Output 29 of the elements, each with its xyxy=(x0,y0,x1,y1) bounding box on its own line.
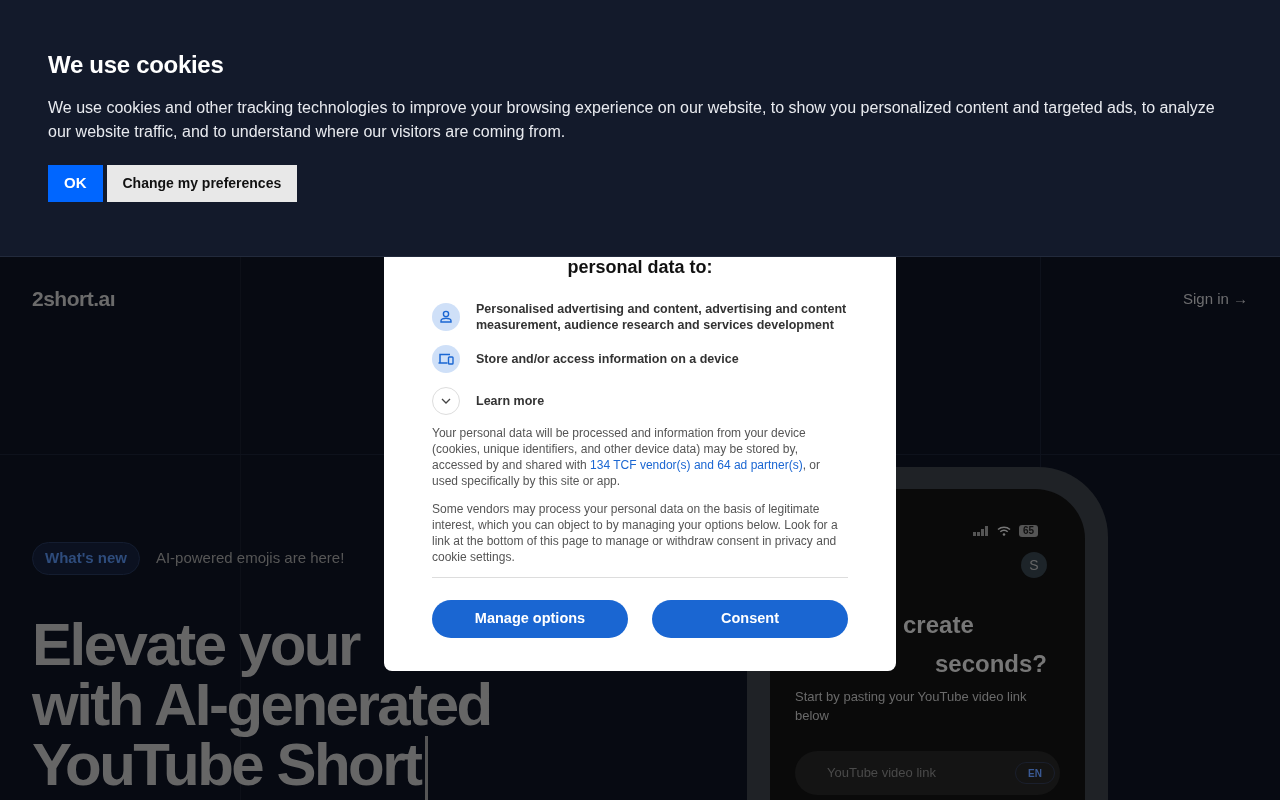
text-cursor xyxy=(424,735,428,800)
learn-more-label[interactable]: Learn more xyxy=(476,391,545,411)
chevron-icon xyxy=(441,398,451,404)
purpose-text: Store and/or access information on a device xyxy=(476,351,739,367)
data-processing-text: Your personal data will be processed and information from your device (cookies, unique identifiers, and other device data) may be stored by, accessed by and shared with 134 TCF vendor(s) and 64 ad partner(s), or used specifically by this site or app. xyxy=(432,425,821,489)
announcement-text[interactable]: AI-powered emojis are here! xyxy=(155,546,345,570)
dialog-title: personal data to: xyxy=(566,257,714,277)
ok-button[interactable]: OK xyxy=(48,165,103,202)
headline-line: Elevate your xyxy=(32,614,359,675)
preferences-button[interactable]: Change my preferences xyxy=(106,165,298,202)
legitimate-interest-text: Some vendors may process your personal data on the basis of legitimate interest, which you can object to by managing your options below. Look for a link at the bottom of this page to manage or withdraw consent in privacy and cookie settings. xyxy=(432,501,839,565)
phone-title-line: seconds? xyxy=(935,649,1048,679)
whats-new-badge: What's new xyxy=(32,541,140,575)
sign-in-link[interactable]: Sign in → xyxy=(1182,287,1248,310)
person-icon xyxy=(432,303,460,331)
banner-text: We use cookies and other tracking technologies to improve your browsing experience on our website, to show you personalized content and targeted ads, to analyze our website traffic, and to understand where our visitors are coming from. xyxy=(48,98,1216,142)
consent-button[interactable]: Consent xyxy=(652,600,848,638)
banner-title: We use cookies xyxy=(48,50,225,80)
wifi-icon xyxy=(996,526,1011,536)
phone-title-line: create xyxy=(903,610,974,640)
vendors-link[interactable]: 134 TCF vendor(s) and 64 ad partner(s) xyxy=(590,458,803,472)
devices-icon xyxy=(432,345,460,373)
purpose-text: Personalised advertising and content, advertising and content measurement, audience research and services development xyxy=(476,301,848,333)
avatar[interactable]: S xyxy=(1021,552,1047,578)
battery-indicator: 65 xyxy=(1018,525,1038,537)
phone-subtitle: Start by pasting your YouTube video link below xyxy=(795,688,1028,725)
signal-icon xyxy=(972,526,989,536)
logo[interactable]: 2short.aı xyxy=(32,283,116,315)
manage-options-button[interactable]: Manage options xyxy=(432,600,628,638)
